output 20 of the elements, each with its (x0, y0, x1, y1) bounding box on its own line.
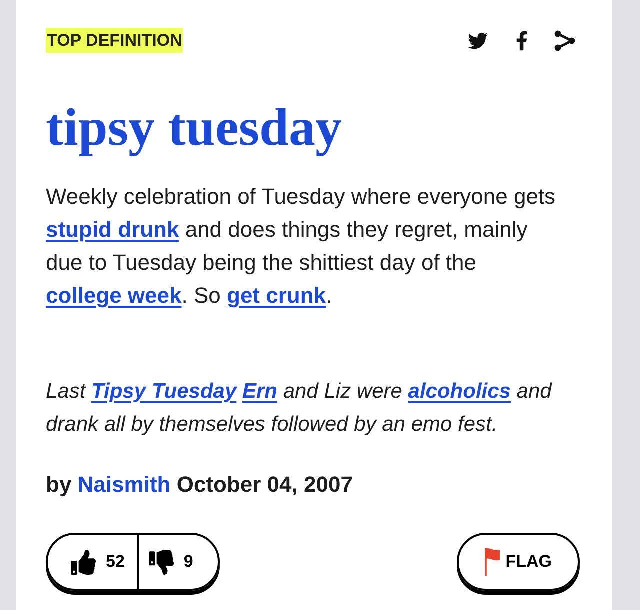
upvote-button[interactable]: 52 (48, 535, 139, 589)
flag-icon (484, 548, 500, 576)
word-title: tipsy tuesday (46, 99, 342, 157)
thumbs-up-icon (71, 550, 96, 574)
definition-link[interactable]: stupid drunk (46, 217, 180, 242)
top-definition-label: TOP DEFINITION (46, 28, 184, 53)
thumbs-down-icon (148, 550, 174, 574)
definition-link[interactable]: college week (46, 283, 182, 308)
facebook-icon[interactable] (516, 30, 528, 52)
definition-text: Weekly celebration of Tuesday where everyone gets stupid drunk and does things they regret, mainly due to Tuesday being the shittiest day of the college week. So get crunk. (46, 183, 557, 310)
example-link[interactable]: Tipsy Tuesday (92, 380, 237, 403)
definition-link[interactable]: get crunk (227, 283, 326, 308)
example-link[interactable]: alcoholics (408, 380, 511, 403)
example-link[interactable]: Ern (242, 380, 278, 403)
example-text: Last Tipsy Tuesday Ern and Liz were alcoholics and drank all by themselves followed by an emo fest. (46, 379, 554, 438)
twitter-bird-icon[interactable] (466, 30, 490, 50)
author-date-line: by Naismith October 04, 2007 (46, 471, 353, 499)
share-icon[interactable] (554, 30, 576, 52)
downvote-button[interactable]: 9 (138, 535, 218, 589)
author-link[interactable]: Naismith (78, 472, 171, 497)
